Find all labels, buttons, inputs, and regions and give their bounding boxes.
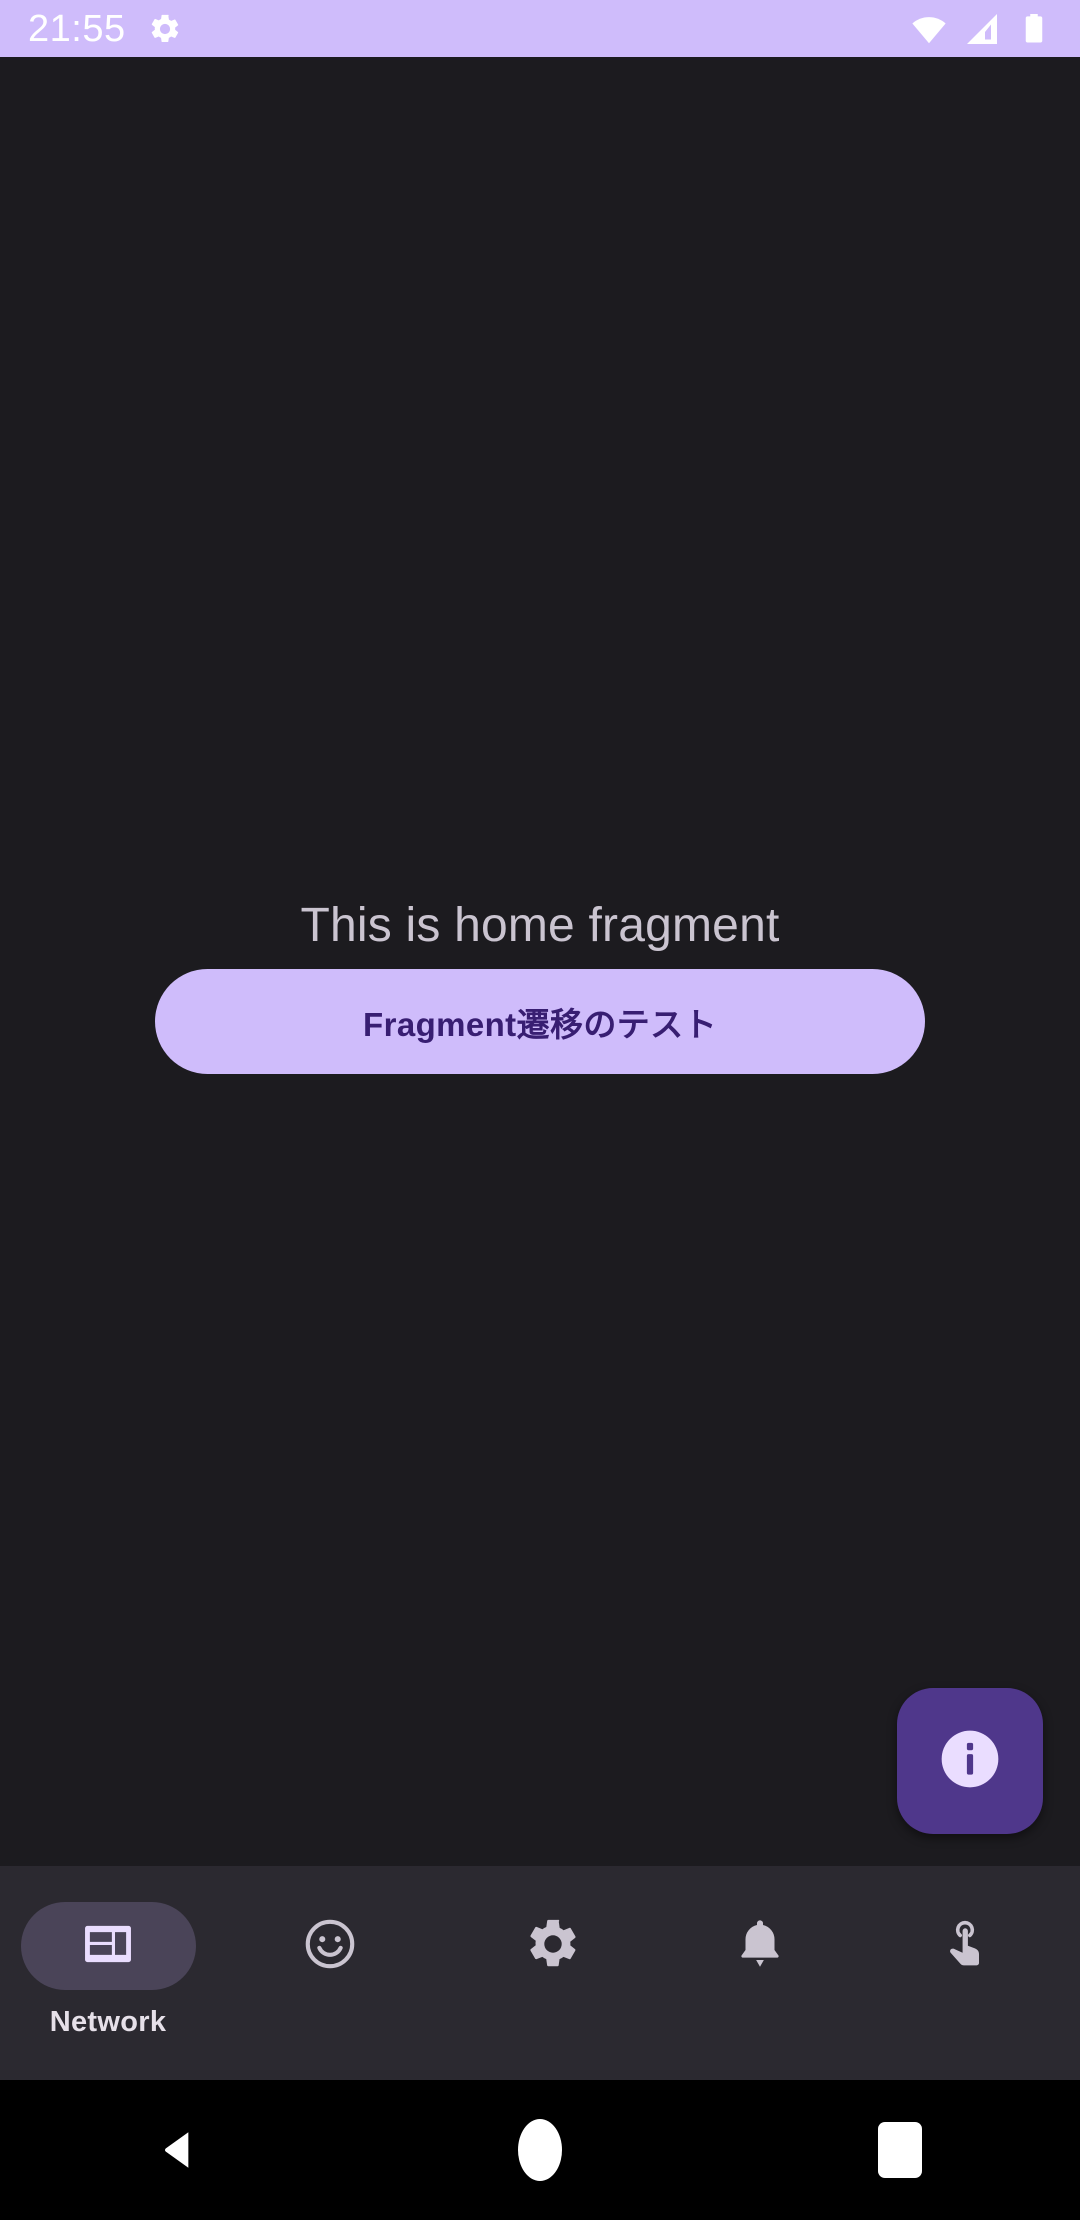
touch-gesture-icon xyxy=(936,1915,994,1978)
nav-item-notifications[interactable] xyxy=(660,1866,860,2080)
nav-item-settings[interactable] xyxy=(453,1866,653,2080)
status-bar: 21:55 xyxy=(0,0,1080,57)
home-circle-icon xyxy=(518,2119,562,2181)
info-fab-button[interactable] xyxy=(897,1688,1043,1834)
info-icon xyxy=(936,1725,1004,1798)
wifi-icon xyxy=(910,10,948,48)
status-bar-clock: 21:55 xyxy=(28,7,126,50)
gear-icon xyxy=(148,12,182,46)
dashboard-icon xyxy=(79,1915,137,1978)
android-screen: 21:55 This is home fragment Fragment遷移のテ… xyxy=(0,0,1080,2220)
nav-indicator xyxy=(466,1902,641,1990)
home-fragment-content: This is home fragment Fragment遷移のテスト xyxy=(0,57,1080,1866)
nav-indicator xyxy=(673,1902,848,1990)
fragment-navigation-test-button[interactable]: Fragment遷移のテスト xyxy=(155,969,925,1074)
nav-item-label: Network xyxy=(49,2006,167,2038)
nav-indicator xyxy=(878,1902,1053,1990)
nav-item-network[interactable]: Network xyxy=(8,1866,208,2080)
recents-button[interactable] xyxy=(810,2080,990,2220)
nav-item-touch[interactable] xyxy=(865,1866,1065,2080)
status-bar-right xyxy=(910,10,1052,48)
system-navigation-bar xyxy=(0,2080,1080,2220)
home-button[interactable] xyxy=(450,2080,630,2220)
page-title: This is home fragment xyxy=(300,899,780,952)
nav-item-mood[interactable] xyxy=(230,1866,430,2080)
bottom-navigation-bar: Network xyxy=(0,1866,1080,2080)
back-button[interactable] xyxy=(90,2080,270,2220)
nav-active-indicator xyxy=(20,1902,196,1990)
nav-indicator xyxy=(243,1902,418,1990)
battery-icon xyxy=(1016,11,1052,47)
back-triangle-icon xyxy=(165,2132,189,2168)
smiley-face-icon xyxy=(301,1915,359,1978)
recents-square-icon xyxy=(878,2122,922,2178)
bell-icon xyxy=(731,1915,789,1978)
cellular-signal-icon xyxy=(964,11,1000,47)
gear-icon xyxy=(524,1915,582,1978)
status-bar-left: 21:55 xyxy=(28,10,182,48)
